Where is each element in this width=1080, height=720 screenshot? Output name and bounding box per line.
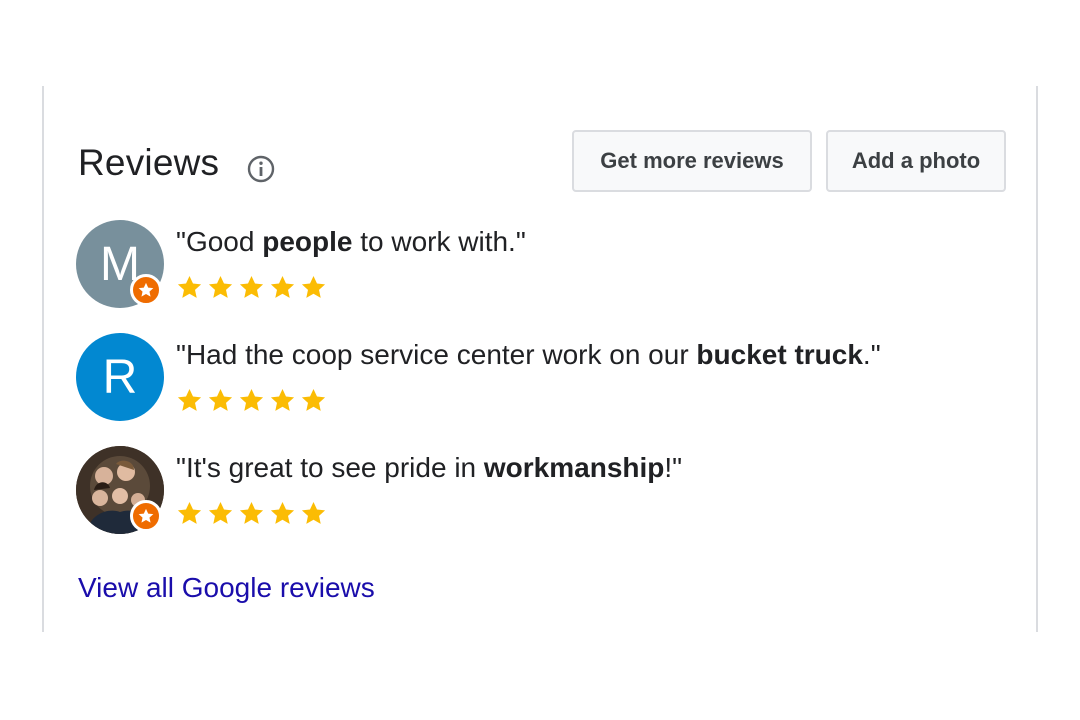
reviewer-avatar[interactable]: R [76, 333, 164, 421]
local-guide-badge-icon [130, 500, 162, 532]
star-icon [301, 276, 326, 298]
review-item[interactable]: R "Had the coop service center work on o… [76, 333, 976, 425]
star-icon [208, 502, 233, 524]
review-quote: "Had the coop service center work on our… [176, 339, 881, 370]
star-icon [239, 389, 264, 411]
local-guide-badge-icon [130, 274, 162, 306]
review-item[interactable]: "It's great to see pride in workmanship!… [76, 446, 976, 538]
review-highlight: people [262, 226, 353, 257]
add-photo-button[interactable]: Add a photo [826, 130, 1006, 192]
star-icon [239, 276, 264, 298]
get-more-reviews-button[interactable]: Get more reviews [572, 130, 812, 192]
star-rating [176, 500, 327, 527]
star-icon [208, 389, 233, 411]
reviewer-avatar[interactable]: M [76, 220, 164, 308]
star-icon [177, 389, 202, 411]
review-quote: "It's great to see pride in workmanship!… [176, 452, 683, 483]
avatar-letter: R [76, 333, 164, 421]
view-all-reviews-link[interactable]: View all Google reviews [78, 572, 375, 604]
star-icon [208, 276, 233, 298]
info-circle-icon[interactable] [246, 154, 276, 184]
review-item[interactable]: M "Good people to work with." [76, 220, 976, 312]
star-icon [270, 502, 295, 524]
star-icon [239, 502, 264, 524]
review-highlight: bucket truck [696, 339, 863, 370]
reviews-header: Reviews Get more reviews Add a photo [78, 130, 1006, 194]
star-icon [177, 276, 202, 298]
reviews-panel: Reviews Get more reviews Add a photo M "… [42, 86, 1038, 632]
star-icon [270, 389, 295, 411]
reviews-title: Reviews [78, 142, 220, 183]
review-quote: "Good people to work with." [176, 226, 526, 257]
reviewer-avatar[interactable] [76, 446, 164, 534]
star-icon [270, 276, 295, 298]
star-icon [301, 389, 326, 411]
star-icon [177, 502, 202, 524]
star-rating [176, 387, 327, 414]
star-icon [301, 502, 326, 524]
star-rating [176, 274, 327, 301]
review-highlight: workmanship [483, 452, 665, 483]
